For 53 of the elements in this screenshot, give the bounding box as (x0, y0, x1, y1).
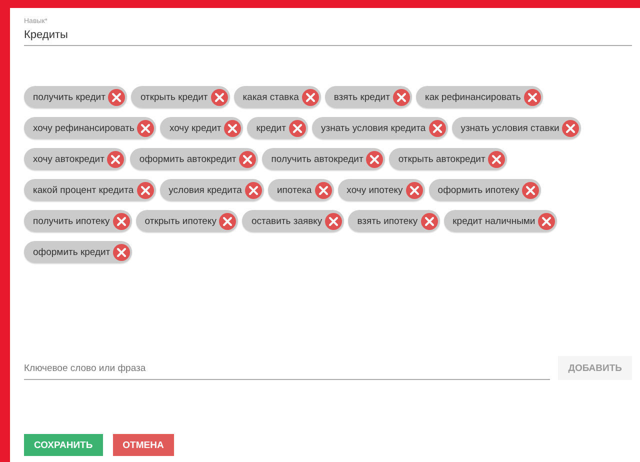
remove-icon[interactable] (406, 182, 423, 198)
remove-icon[interactable] (136, 182, 154, 198)
save-button[interactable]: СОХРАНИТЬ (24, 434, 103, 456)
remove-icon[interactable] (420, 212, 438, 230)
remove-icon[interactable] (392, 88, 410, 106)
remove-icon[interactable] (522, 182, 540, 198)
tag-chip: хочу кредит (160, 117, 244, 139)
remove-icon[interactable] (366, 150, 384, 168)
remove-icon[interactable] (488, 150, 506, 168)
tag-chip: открыть кредит (131, 86, 230, 108)
tag-chip: оформить автокредит (130, 148, 258, 170)
tag-chip: узнать условия ставки (452, 117, 582, 139)
field-value: Кредиты (24, 29, 69, 41)
tag-chip: оставить заявку (242, 210, 344, 232)
tag-chip: как рефинансировать (416, 86, 543, 108)
remove-icon[interactable] (302, 88, 319, 106)
remove-icon[interactable] (210, 88, 228, 106)
tag-chip: взять ипотеку (348, 210, 440, 232)
tag-chip: оформить кредит (24, 241, 132, 263)
remove-icon[interactable] (244, 182, 262, 198)
tag-chip: оформить ипотеку (428, 179, 542, 201)
tag-chip: получить кредит (24, 86, 128, 108)
remove-icon[interactable] (219, 212, 236, 230)
tag-chip: какая ставка (234, 86, 321, 108)
cancel-button[interactable]: ОТМЕНА (112, 434, 174, 456)
tag-chip: хочу автокредит (24, 148, 126, 170)
tag-chip: кредит (247, 117, 308, 139)
remove-icon[interactable] (288, 120, 306, 136)
remove-icon[interactable] (107, 150, 124, 168)
tag-chip: хочу рефинансировать (24, 117, 156, 139)
tag-chip: получить ипотеку (24, 210, 132, 232)
remove-icon[interactable] (112, 212, 130, 230)
remove-icon[interactable] (239, 150, 256, 168)
remove-icon[interactable] (224, 120, 242, 136)
remove-icon[interactable] (137, 120, 154, 136)
tag-chip: ипотека (268, 179, 334, 201)
remove-icon[interactable] (562, 120, 580, 136)
remove-icon[interactable] (325, 212, 342, 230)
remove-icon[interactable] (538, 212, 556, 230)
remove-icon[interactable] (108, 88, 126, 106)
tag-chip: узнать условия кредита (312, 117, 448, 139)
tag-chip: открыть автокредит (389, 148, 508, 170)
tag-chip: хочу ипотеку (338, 179, 425, 201)
tag-chip: условия кредита (160, 179, 264, 201)
tag-chip: взять кредит (324, 86, 412, 108)
tag-chip: кредит наличными (444, 210, 558, 232)
tag-chip: открыть ипотеку (136, 210, 238, 232)
tag-chip: какой процент кредита (24, 179, 156, 201)
remove-icon[interactable] (314, 182, 332, 198)
remove-icon[interactable] (113, 244, 130, 260)
tag-chip: получить автокредит (262, 148, 386, 170)
remove-icon[interactable] (524, 88, 541, 106)
remove-icon[interactable] (428, 120, 446, 136)
